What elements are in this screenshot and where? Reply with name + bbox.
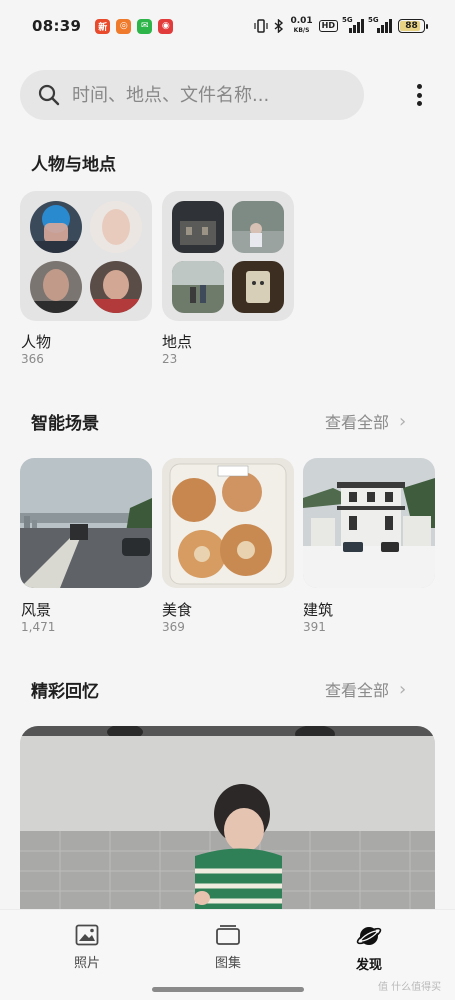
scene-label: 美食 xyxy=(162,601,193,619)
nav-label: 照片 xyxy=(73,956,100,971)
scene-label: 建筑 xyxy=(303,601,334,619)
people-places-title: 人物与地点 xyxy=(31,155,116,175)
people-card[interactable] xyxy=(20,191,152,321)
nav-albums[interactable]: 图集 xyxy=(198,924,258,971)
scene-card-food[interactable] xyxy=(162,458,294,588)
speed-unit: KB/S xyxy=(293,27,310,34)
scene-count: 1,471 xyxy=(21,620,56,634)
places-card[interactable] xyxy=(162,191,294,321)
smart-scenes-title: 智能场景 xyxy=(31,414,99,434)
signal-tag-2: 5G xyxy=(368,16,379,24)
watermark: 值 什么值得买 xyxy=(378,982,442,993)
places-count: 23 xyxy=(162,352,178,366)
hd-voice-icon: HD xyxy=(318,20,338,32)
scene-count: 391 xyxy=(303,620,326,634)
place-thumbnail xyxy=(232,201,284,253)
nav-discover[interactable]: 发现 xyxy=(339,924,399,973)
cell-signal-2-icon: 5G xyxy=(368,16,392,33)
scene-card-landscape[interactable] xyxy=(20,458,152,588)
photo-icon xyxy=(75,924,99,946)
news-app-icon: 新 xyxy=(95,18,111,34)
battery-icon: 88 xyxy=(398,19,428,33)
person-thumbnail xyxy=(30,261,82,313)
nav-photos[interactable]: 照片 xyxy=(57,924,117,971)
nav-label: 图集 xyxy=(214,956,241,971)
wechat-app-icon: ✉ xyxy=(137,18,153,34)
scene-label: 风景 xyxy=(21,601,52,619)
chevron-right-icon: › xyxy=(399,678,407,700)
bluetooth-icon xyxy=(274,19,284,33)
memories-title: 精彩回忆 xyxy=(31,682,99,702)
places-label: 地点 xyxy=(162,333,193,351)
nav-label: 发现 xyxy=(355,958,382,973)
search-icon xyxy=(38,84,60,106)
notification-icons: 新 ◎ ✉ ◉ xyxy=(95,18,174,34)
person-thumbnail xyxy=(90,261,142,313)
see-all-label: 查看全部 xyxy=(325,413,390,432)
place-thumbnail xyxy=(172,261,224,313)
search-bar[interactable] xyxy=(20,70,364,120)
home-indicator[interactable] xyxy=(152,987,304,992)
album-icon xyxy=(216,925,240,945)
memories-see-all-button[interactable]: 查看全部 › xyxy=(325,677,406,701)
status-indicators: 0.01 KB/S HD 5G 5G 88 xyxy=(254,16,428,35)
person-thumbnail xyxy=(30,201,82,253)
vibrate-icon xyxy=(254,19,269,33)
chevron-right-icon: › xyxy=(399,410,407,432)
status-time: 08:39 xyxy=(32,17,82,35)
discover-planet-icon xyxy=(356,927,382,945)
people-label: 人物 xyxy=(21,333,52,351)
place-thumbnail xyxy=(232,261,284,313)
status-bar: 08:39 新 ◎ ✉ ◉ 0.01 KB/S HD 5G 5G 88 xyxy=(0,0,455,52)
search-input[interactable] xyxy=(72,84,342,106)
battery-percent: 88 xyxy=(405,21,418,31)
see-all-label: 查看全部 xyxy=(325,681,390,700)
person-thumbnail xyxy=(90,201,142,253)
scene-card-architecture[interactable] xyxy=(303,458,435,588)
place-thumbnail xyxy=(172,201,224,253)
people-count: 366 xyxy=(21,352,44,366)
more-options-icon[interactable] xyxy=(409,82,429,108)
smart-scenes-see-all-button[interactable]: 查看全部 › xyxy=(325,409,406,433)
speed-value: 0.01 xyxy=(290,16,313,26)
network-speed: 0.01 KB/S xyxy=(290,17,312,35)
memory-card[interactable] xyxy=(20,726,435,926)
scene-count: 369 xyxy=(162,620,185,634)
weibo-app-icon: ◎ xyxy=(116,18,132,34)
signal-tag: 5G xyxy=(342,16,353,24)
netease-music-icon: ◉ xyxy=(158,18,174,34)
cell-signal-icon: 5G xyxy=(342,16,364,33)
